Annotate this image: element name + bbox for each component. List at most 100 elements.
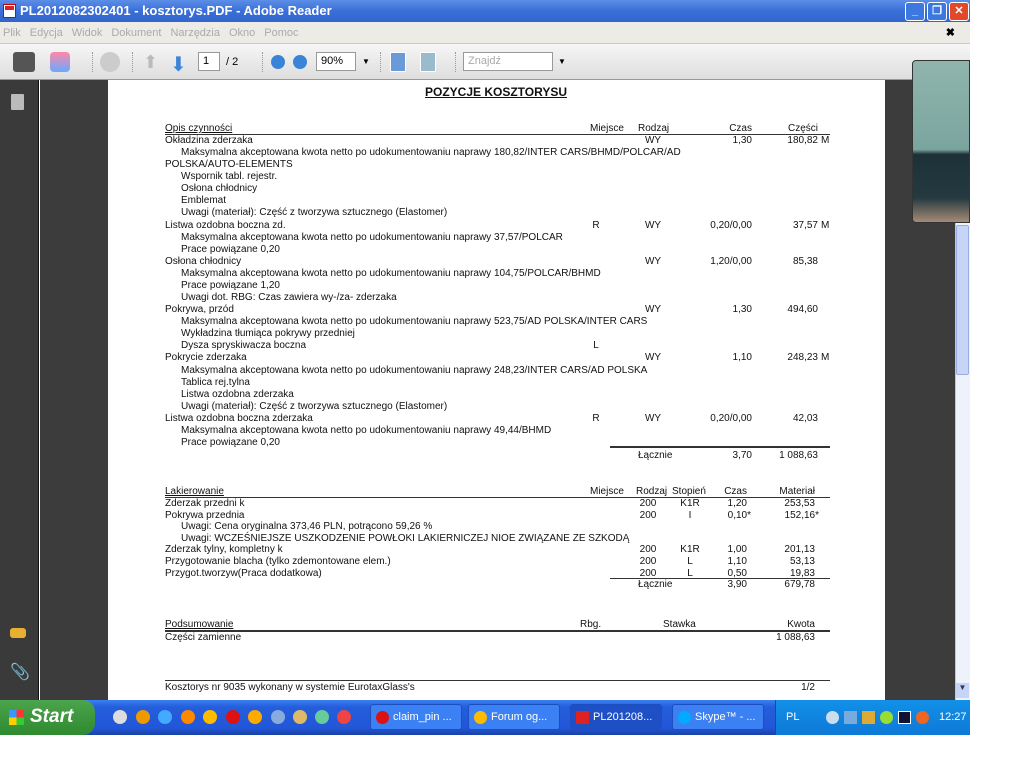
quicklaunch-icon[interactable]: [315, 710, 329, 724]
paint-rodzaj: 200: [639, 498, 657, 509]
firefox-icon[interactable]: [181, 710, 195, 724]
menu-widok[interactable]: Widok: [72, 27, 103, 39]
menu-bar: Plik Edycja Widok Dokument Narzędzia Okno Pomo…: [0, 22, 970, 44]
zoom-input[interactable]: 90%: [316, 52, 356, 71]
windows-logo-icon: [9, 710, 24, 725]
zoom-dropdown-icon[interactable]: ▼: [362, 52, 370, 72]
divider: [165, 134, 830, 135]
menu-plik[interactable]: Plik: [3, 27, 21, 39]
menu-edycja[interactable]: Edycja: [30, 27, 63, 39]
close-document-icon[interactable]: ✖: [946, 22, 955, 44]
item-czas: 1,30: [732, 135, 752, 146]
opera-icon[interactable]: [226, 710, 240, 724]
item-description: Prace powiązane 1,20: [181, 279, 280, 291]
total-label: Łącznie: [638, 579, 673, 591]
item-description: Pokrywa, przód: [165, 304, 234, 316]
select-tool-icon[interactable]: [100, 52, 120, 72]
task-chrome[interactable]: Forum og...: [468, 704, 560, 730]
item-rodzaj: WY: [644, 219, 662, 231]
item-czesci: 494,60: [787, 304, 818, 316]
item-description: Maksymalna akceptowana kwota netto po ud…: [181, 424, 552, 436]
fit-page-icon[interactable]: [420, 52, 436, 72]
page-total: / 2: [226, 56, 239, 68]
summary-description: Części zamienne: [165, 632, 242, 643]
task-opera[interactable]: claim_pin ...: [370, 704, 462, 730]
footer-page-number: 1/2: [801, 682, 815, 693]
paint-material: 253,53: [784, 498, 815, 509]
item-description: Maksymalna akceptowana kwota netto po ud…: [181, 364, 648, 376]
item-description: Okładzina zderzaka: [165, 135, 253, 146]
language-indicator[interactable]: PL: [786, 700, 799, 735]
paint-czas: 1,00: [727, 544, 747, 556]
paint-description: Przygotowanie blacha (tylko zdemontowane…: [165, 556, 391, 567]
print-icon[interactable]: [13, 52, 35, 72]
menu-dokument[interactable]: Dokument: [111, 27, 161, 39]
paint-stopien: K1R: [680, 544, 700, 556]
item-description: Osłona chłodnicy: [165, 255, 242, 267]
fit-width-icon[interactable]: [390, 52, 406, 72]
quicklaunch-icon[interactable]: [248, 710, 262, 724]
item-czesci: 180,82: [787, 135, 818, 146]
item-description: Wspornik tabl. rejestr.: [181, 171, 278, 183]
quicklaunch-icon[interactable]: [271, 710, 285, 724]
total-material: 679,78: [784, 579, 815, 591]
quicklaunch-icon[interactable]: [113, 710, 127, 724]
close-button[interactable]: ✕: [949, 2, 969, 21]
ie-icon[interactable]: [158, 710, 172, 724]
menu-narzedzia[interactable]: Narzędzia: [170, 27, 220, 39]
tray-icon[interactable]: [898, 711, 911, 724]
task-skype[interactable]: Skype™ - ...: [672, 704, 764, 730]
tray-icon[interactable]: [844, 711, 857, 724]
comments-icon[interactable]: [10, 628, 26, 638]
item-description: Uwagi (materiał): Część z tworzywa sztuc…: [181, 400, 448, 412]
page-number-input[interactable]: 1: [198, 52, 220, 71]
scrollbar-thumb[interactable]: [956, 225, 969, 375]
skype-icon: [678, 711, 691, 724]
menu-pomoc[interactable]: Pomoc: [264, 27, 298, 39]
item-czesci: 37,57: [792, 219, 818, 231]
adobe-reader-icon: [576, 711, 589, 724]
clock: 12:27: [939, 711, 967, 723]
item-suffix: M: [821, 219, 830, 231]
menu-okno[interactable]: Okno: [229, 27, 255, 39]
next-page-icon[interactable]: ⬇: [170, 52, 190, 76]
collaborate-icon[interactable]: [50, 52, 70, 72]
item-rodzaj: WY: [644, 412, 662, 424]
item-rodzaj: WY: [644, 352, 662, 364]
item-description: Emblemat: [181, 195, 227, 207]
video-call-overlay[interactable]: [912, 60, 970, 223]
item-description: Maksymalna akceptowana kwota netto po ud…: [181, 267, 601, 279]
quicklaunch-icon[interactable]: [136, 710, 150, 724]
chrome-icon[interactable]: [203, 710, 217, 724]
paint-material: 152,16*: [784, 509, 819, 521]
minimize-button[interactable]: _: [905, 2, 925, 21]
find-input[interactable]: Znajdź: [463, 52, 553, 71]
quicklaunch-icon[interactable]: [293, 710, 307, 724]
paint-stopien: I: [688, 509, 692, 521]
restore-button[interactable]: ❐: [927, 2, 947, 21]
tray-icon[interactable]: [916, 711, 929, 724]
attachments-icon[interactable]: 📎: [10, 662, 30, 682]
start-label: Start: [30, 706, 74, 727]
zoom-out-icon[interactable]: [271, 55, 285, 69]
item-description: Maksymalna akceptowana kwota netto po ud…: [181, 147, 681, 159]
prev-page-icon[interactable]: ⬆: [143, 52, 161, 72]
zoom-in-icon[interactable]: [293, 55, 307, 69]
quicklaunch-icon[interactable]: [337, 710, 351, 724]
tray-expand-icon[interactable]: [826, 711, 839, 724]
item-description: POLSKA/AUTO-ELEMENTS: [165, 159, 293, 171]
total-czas: 3,90: [727, 579, 747, 591]
tray-icon[interactable]: [880, 711, 893, 724]
task-adobe-reader[interactable]: PL201208...: [570, 704, 662, 730]
item-suffix: M: [821, 352, 830, 364]
item-czas: 0,20/0,00: [710, 412, 752, 424]
item-miejsce: R: [592, 412, 600, 424]
pages-icon[interactable]: [11, 94, 24, 110]
window-title: PL2012082302401 - kosztorys.PDF - Adobe …: [20, 3, 332, 18]
scroll-down-button[interactable]: ▼: [956, 683, 969, 698]
item-description: Listwa ozdobna boczna zd.: [165, 219, 286, 231]
item-description: Tablica rej.tylna: [181, 376, 250, 388]
find-dropdown-icon[interactable]: ▼: [558, 52, 566, 72]
tray-icon[interactable]: [862, 711, 875, 724]
start-button[interactable]: Start: [0, 700, 95, 735]
